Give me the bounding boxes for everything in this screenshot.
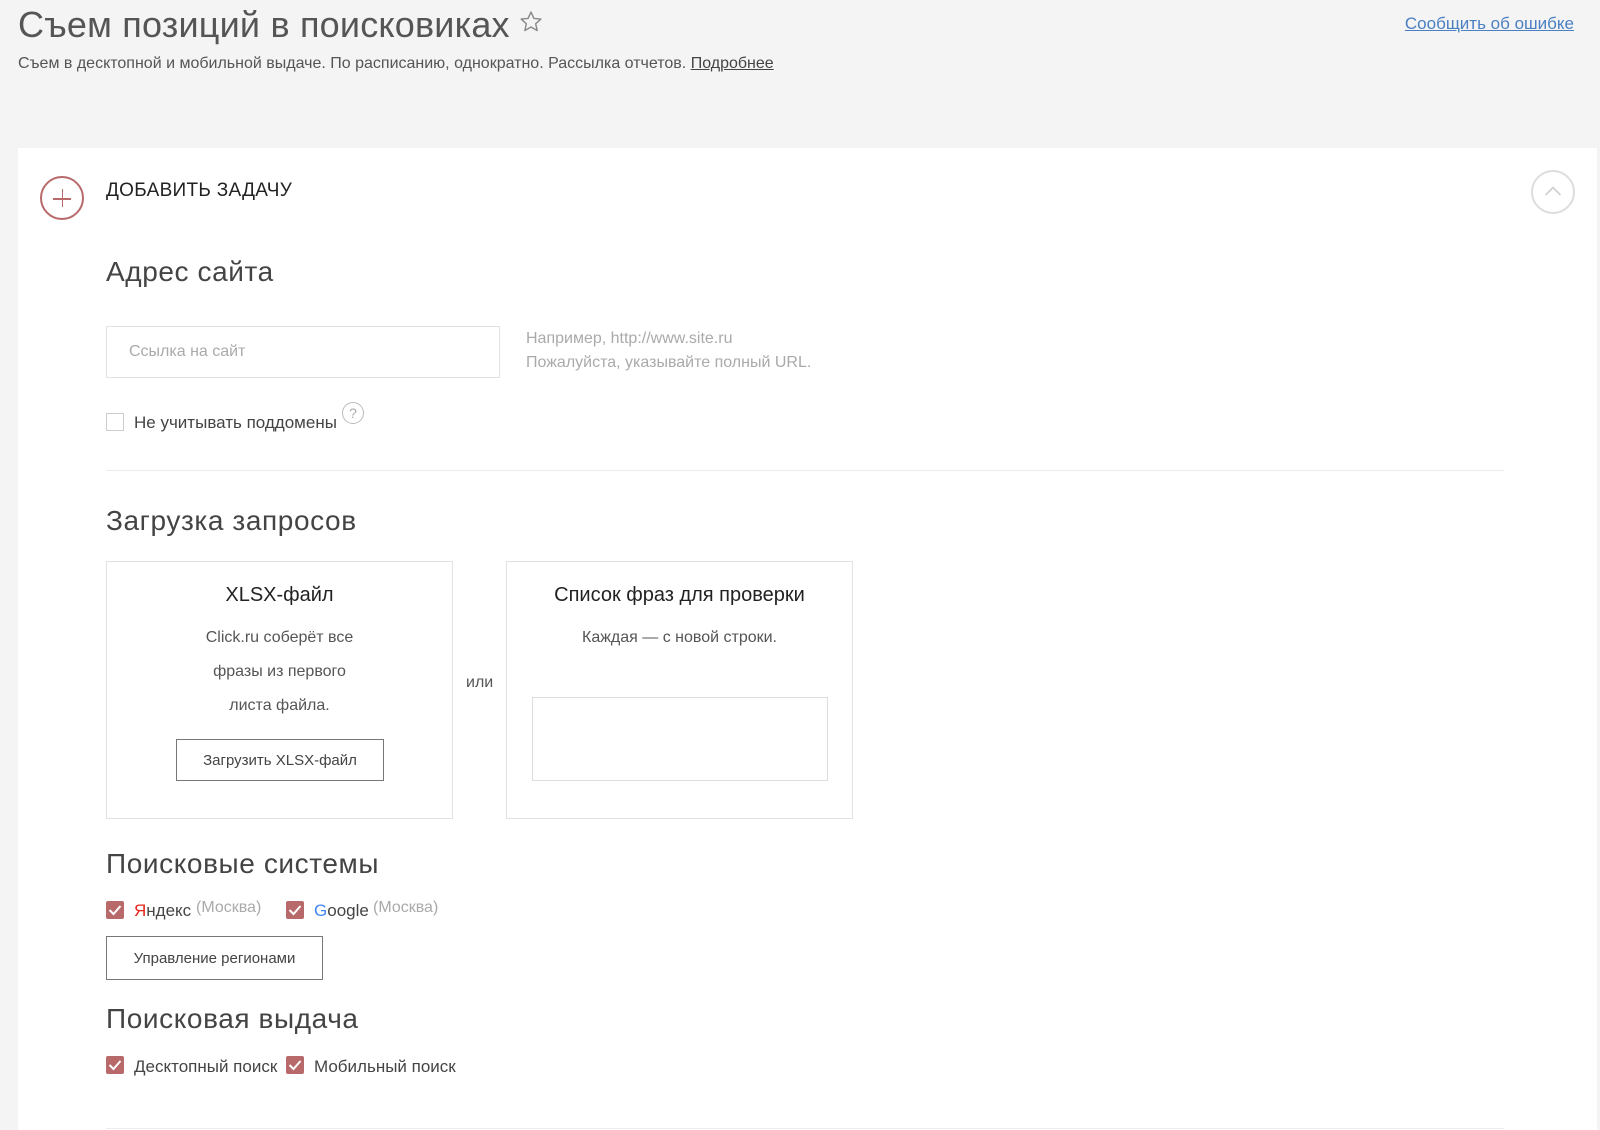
report-error-link[interactable]: Сообщить об ошибке <box>1405 14 1574 34</box>
add-task-panel: ДОБАВИТЬ ЗАДАЧУ Адрес сайта Например, ht… <box>18 148 1597 1130</box>
yandex-logo-letter: Я <box>134 901 147 920</box>
or-separator: или <box>466 674 494 691</box>
url-hint-example: Например, http://www.site.ru <box>526 330 733 347</box>
mobile-search-label[interactable]: Мобильный поиск <box>314 1057 456 1077</box>
site-url-input[interactable] <box>106 326 500 378</box>
desktop-search-label[interactable]: Десктопный поиск <box>134 1057 277 1077</box>
mobile-search-checkbox[interactable] <box>286 1056 304 1074</box>
page-subtitle: Съем в десктопной и мобильной выдаче. По… <box>18 55 774 73</box>
plus-circle-icon[interactable] <box>40 176 84 220</box>
google-checkbox[interactable] <box>286 901 304 919</box>
serp-section-title: Поисковая выдача <box>106 1003 359 1034</box>
yandex-checkbox[interactable] <box>106 901 124 919</box>
section-divider <box>106 470 1504 471</box>
question-circle-icon[interactable]: ? <box>342 402 364 424</box>
xlsx-card-title: XLSX-файл <box>225 584 334 606</box>
xlsx-card-text-line: фразы из первого <box>213 663 346 680</box>
google-label[interactable]: Google <box>314 901 369 921</box>
phrases-textarea[interactable] <box>532 697 828 781</box>
queries-section-title: Загрузка запросов <box>106 505 357 536</box>
ignore-subdomains-label[interactable]: Не учитывать поддомены <box>134 413 337 433</box>
xlsx-card-text-line: листа файла. <box>229 697 330 714</box>
site-section-title: Адрес сайта <box>106 256 274 287</box>
desktop-search-checkbox[interactable] <box>106 1056 124 1074</box>
collapse-button[interactable] <box>1531 170 1575 214</box>
checkmark-icon <box>108 905 122 916</box>
xlsx-card-text-line: Click.ru соберёт все <box>205 629 354 646</box>
xlsx-upload-card: XLSX-файл Click.ru соберёт все фразы из … <box>106 561 453 819</box>
url-hint-full: Пожалуйста, указывайте полный URL. <box>526 354 812 371</box>
chevron-up-icon <box>1544 186 1562 196</box>
checkmark-icon <box>108 1060 122 1071</box>
google-region: (Москва) <box>373 899 439 916</box>
google-logo-letter: G <box>314 901 328 920</box>
star-icon[interactable] <box>518 2 544 32</box>
yandex-label[interactable]: Яндекс <box>134 901 191 921</box>
add-task-title: ДОБАВИТЬ ЗАДАЧУ <box>106 180 293 201</box>
upload-xlsx-button[interactable]: Загрузить XLSX-файл <box>176 739 384 781</box>
yandex-logo-rest: ндекс <box>146 901 192 920</box>
more-link[interactable]: Подробнее <box>691 55 774 72</box>
search-engines-section-title: Поисковые системы <box>106 848 380 879</box>
page-title-text: Съем позиций в поисковиках <box>18 4 510 45</box>
phrases-list-card: Список фраз для проверки Каждая — с ново… <box>506 561 853 819</box>
google-logo-rest: oogle <box>327 901 369 920</box>
subtitle-text: Съем в десктопной и мобильной выдаче. По… <box>18 55 687 72</box>
manage-regions-button[interactable]: Управление регионами <box>106 936 323 980</box>
page-title: Съем позиций в поисковиках <box>18 2 544 46</box>
checkmark-icon <box>288 905 302 916</box>
phrases-card-title: Список фраз для проверки <box>554 584 805 606</box>
yandex-region: (Москва) <box>196 899 262 916</box>
checkmark-icon <box>288 1060 302 1071</box>
phrases-card-text: Каждая — с новой строки. <box>582 629 777 646</box>
section-divider <box>106 1128 1504 1129</box>
ignore-subdomains-checkbox[interactable] <box>106 413 124 431</box>
